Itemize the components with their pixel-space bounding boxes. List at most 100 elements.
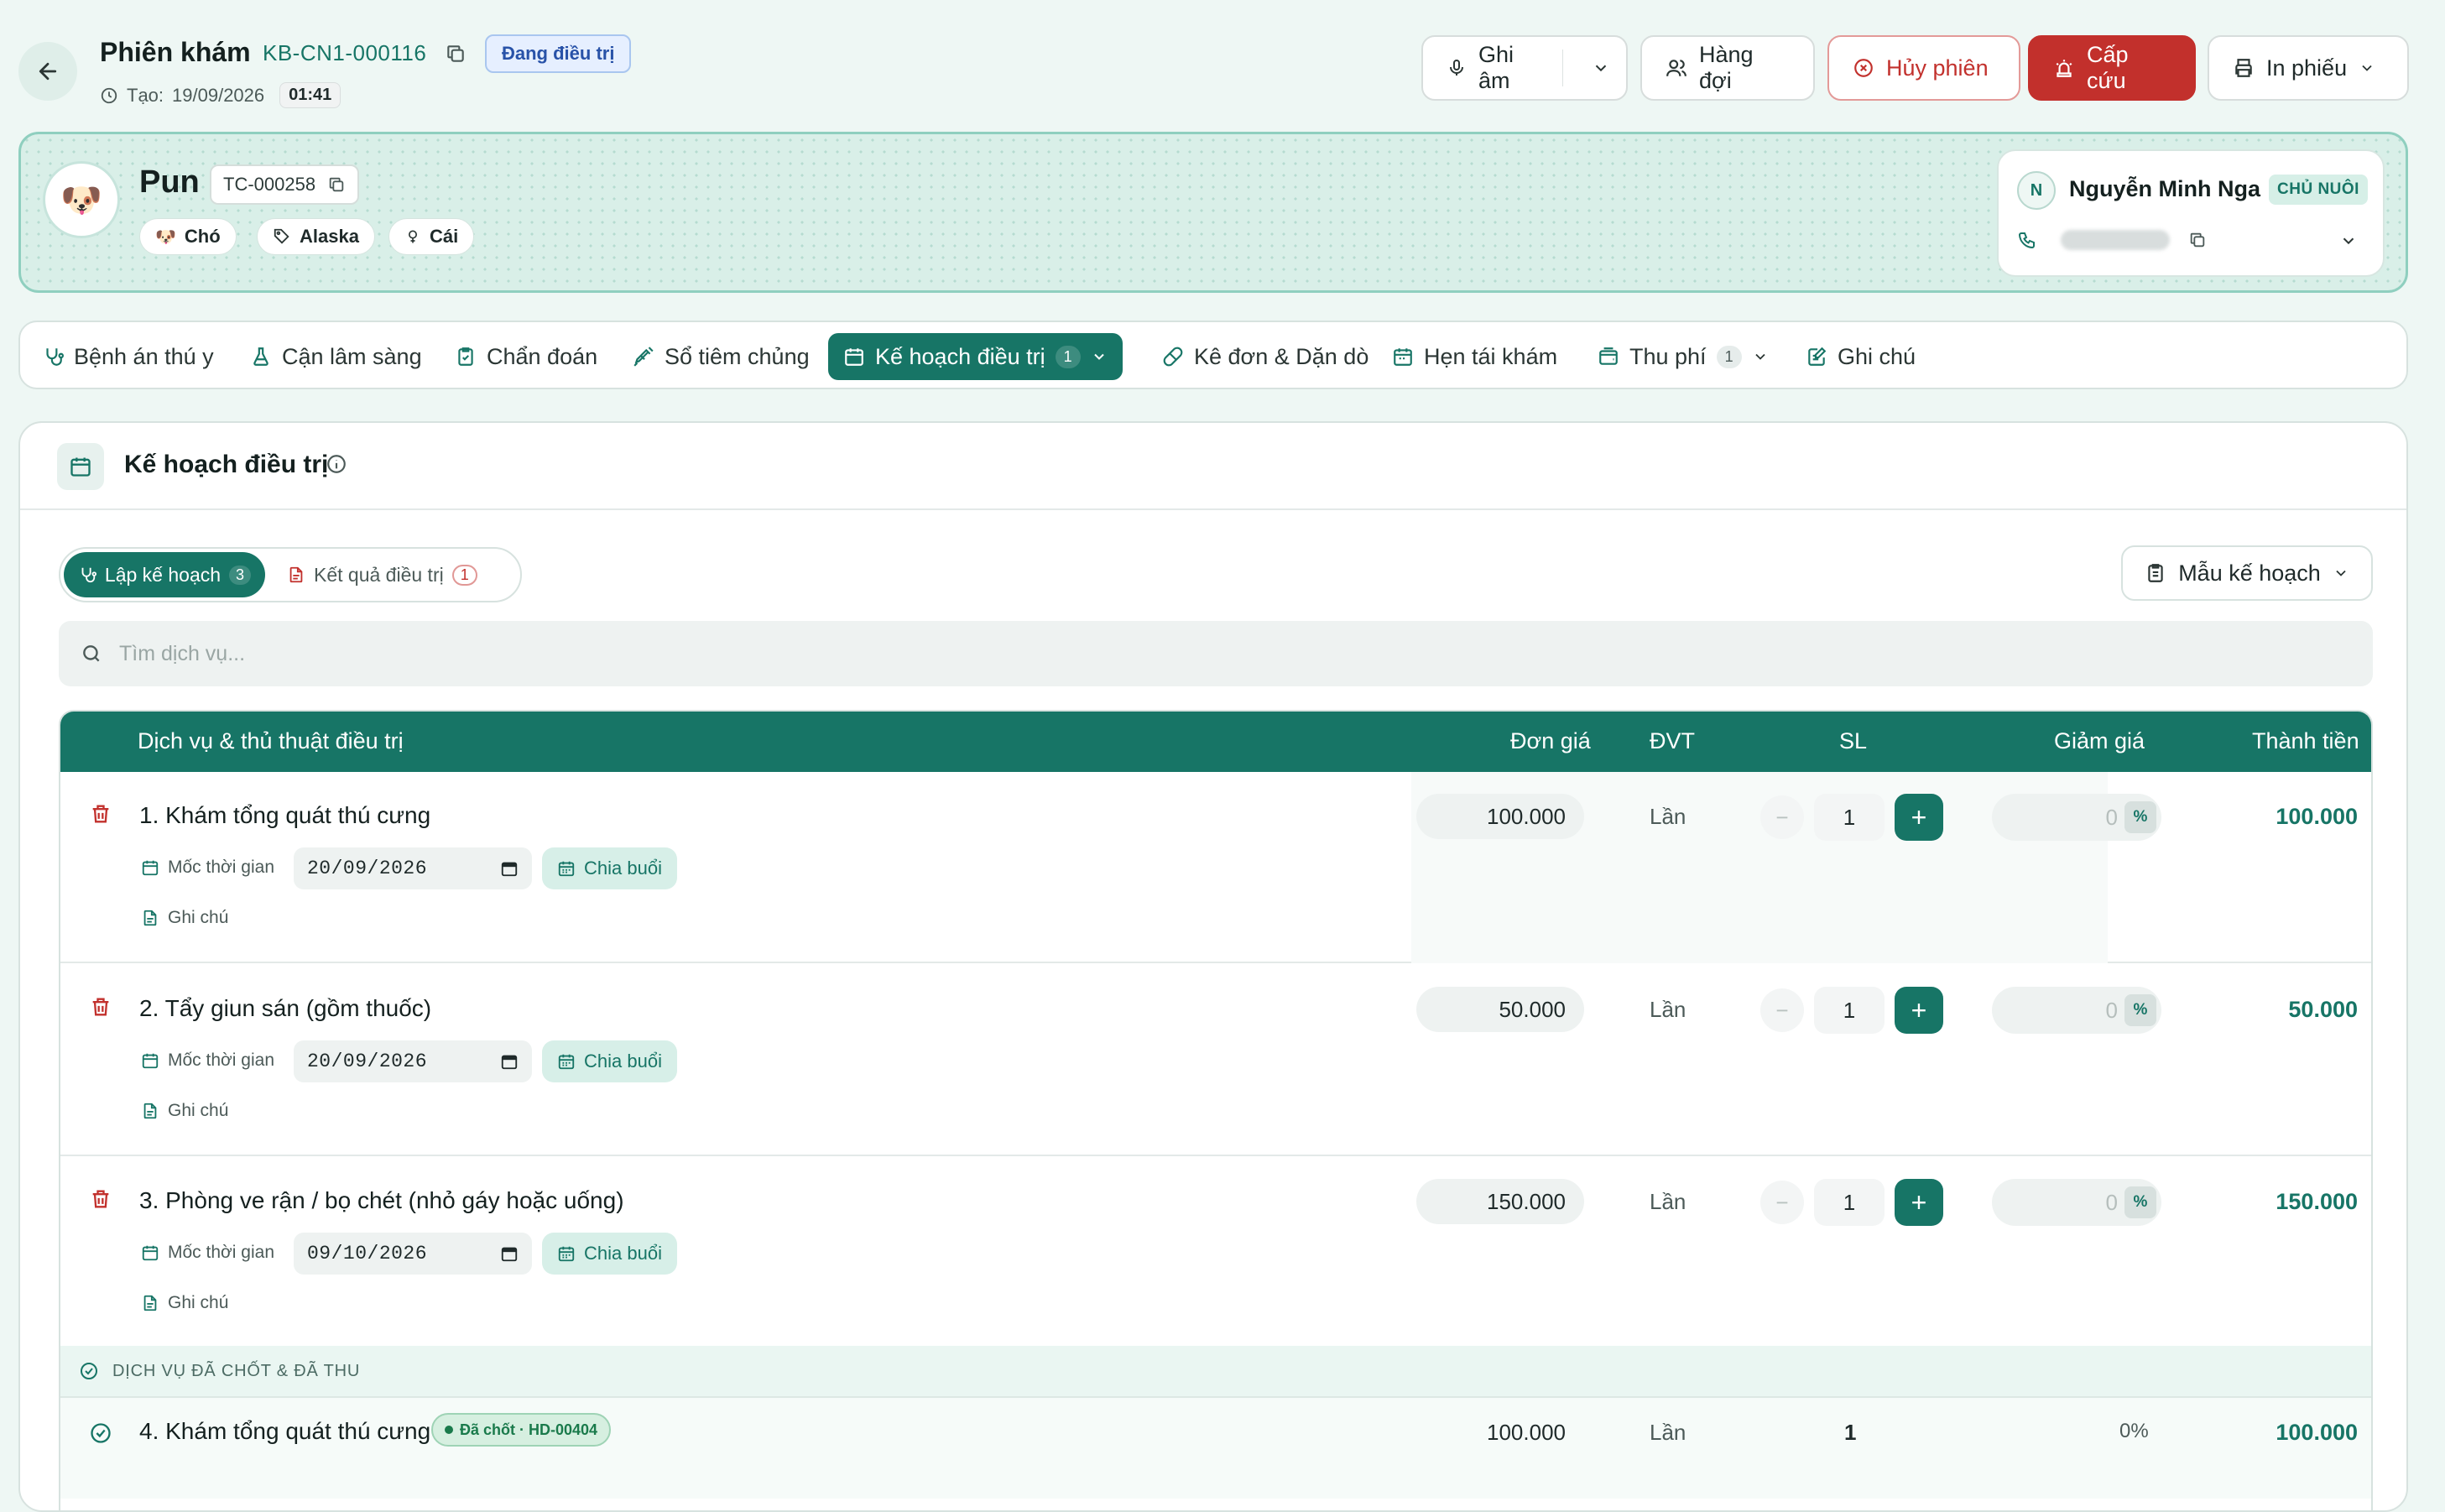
confirmed-badge: Đã chốt · HD-00404 [431, 1413, 612, 1447]
tab-paraclinical[interactable]: Cận lâm sàng [235, 333, 437, 380]
milestone-date-input[interactable]: 20/09/2026 [294, 847, 532, 889]
clock-icon [100, 86, 118, 105]
breed-label: Alaska [300, 226, 359, 247]
owner-role-badge: CHỦ NUÔI [2269, 175, 2368, 205]
discount-type-toggle[interactable]: % [2124, 1186, 2156, 1218]
segment-plan[interactable]: Lập kế hoạch 3 [64, 552, 265, 597]
tab-prescription[interactable]: Kê đơn & Dặn dò [1147, 333, 1384, 380]
owner-card[interactable]: N Nguyễn Minh Nga CHỦ NUÔI [1997, 149, 2385, 277]
chevron-down-icon[interactable] [2339, 232, 2358, 250]
tab-diagnosis[interactable]: Chẩn đoán [440, 333, 613, 380]
decrease-qty-button[interactable]: − [1760, 988, 1804, 1032]
stethoscope-icon [42, 346, 64, 368]
col-qty: SL [1839, 728, 1868, 753]
calendar-picker-icon [500, 1052, 519, 1071]
calendar-icon [141, 858, 159, 877]
discount-type-toggle[interactable]: % [2124, 994, 2156, 1026]
copy-icon[interactable] [327, 175, 346, 194]
breed-tag: Alaska [257, 218, 375, 255]
milestone-date-input[interactable]: 20/09/2026 [294, 1040, 532, 1082]
quantity-input[interactable]: 1 [1814, 794, 1885, 841]
species-label: Chó [184, 226, 221, 247]
unit-price-input[interactable]: 100.000 [1416, 794, 1584, 839]
info-icon[interactable] [326, 453, 347, 475]
increase-qty-button[interactable]: + [1895, 1179, 1943, 1226]
plan-segment-control: Lập kế hoạch 3 Kết quả điều trị 1 [59, 547, 522, 602]
discount-input[interactable]: 0 % [1992, 987, 2161, 1034]
discount-input[interactable]: 0 % [1992, 1179, 2161, 1226]
service-name: 2. Tẩy giun sán (gồm thuốc) [139, 995, 432, 1021]
session-code: KB-CN1-000116 [263, 40, 427, 65]
row-total: 100.000 [2276, 804, 2358, 829]
trash-icon[interactable] [89, 802, 112, 826]
increase-qty-button[interactable]: + [1895, 794, 1943, 841]
status-badge: Đang điều trị [485, 34, 632, 73]
emergency-button[interactable]: Cấp cứu [2028, 35, 2196, 101]
discount-type-toggle[interactable]: % [2124, 801, 2156, 833]
split-session-button[interactable]: Chia buổi [542, 847, 677, 889]
queue-button[interactable]: Hàng đợi [1640, 35, 1815, 101]
printer-icon [2233, 57, 2255, 79]
session-title: Phiên khám [100, 37, 251, 67]
tab-treatment-plan[interactable]: Kế hoạch điều trị 1 [828, 333, 1123, 380]
record-button[interactable]: Ghi âm [1421, 35, 1628, 101]
note-link[interactable]: Ghi chú [141, 1101, 228, 1121]
tab-vaccination[interactable]: Sổ tiêm chủng [618, 333, 825, 380]
unit-price-input[interactable]: 150.000 [1416, 1179, 1584, 1224]
calendar-icon [57, 443, 104, 490]
pet-name: Pun [139, 164, 200, 200]
chevron-down-icon [1091, 348, 1108, 365]
quantity: 1 [1844, 1420, 1857, 1445]
siren-icon [2053, 57, 2075, 79]
pet-code-text: TC-000258 [223, 174, 316, 195]
chevron-down-icon[interactable] [1575, 59, 1626, 77]
discount-input[interactable]: 0 % [1992, 794, 2161, 841]
milestone-label: Mốc thời gian [141, 1051, 274, 1071]
x-circle-icon [1853, 57, 1874, 79]
syringe-icon [633, 346, 654, 368]
chevron-down-icon [2359, 60, 2375, 76]
cancel-label: Hủy phiên [1886, 55, 1989, 81]
phone-icon [2017, 230, 2037, 250]
increase-qty-button[interactable]: + [1895, 987, 1943, 1034]
service-search [59, 621, 2373, 686]
decrease-qty-button[interactable]: − [1760, 1181, 1804, 1224]
services-table: Dịch vụ & thủ thuật điều trị Đơn giá ĐVT… [59, 710, 2373, 1510]
wallet-icon [1598, 346, 1619, 368]
trash-icon[interactable] [89, 995, 112, 1019]
split-session-button[interactable]: Chia buổi [542, 1233, 677, 1275]
segment-result[interactable]: Kết quả điều trị 1 [287, 552, 477, 597]
col-price: Đơn giá [1510, 728, 1591, 753]
col-service: Dịch vụ & thủ thuật điều trị [138, 728, 404, 753]
back-button[interactable] [18, 42, 77, 101]
unit-price-input[interactable]: 50.000 [1416, 987, 1584, 1032]
users-icon [1666, 57, 1687, 79]
tab-fees[interactable]: Thu phí 1 [1582, 333, 1784, 380]
gender-label: Cái [430, 226, 459, 247]
plan-template-button[interactable]: Mẫu kế hoạch [2121, 545, 2373, 601]
clipboard-icon [2145, 562, 2166, 584]
quantity-input[interactable]: 1 [1814, 987, 1885, 1034]
cancel-session-button[interactable]: Hủy phiên [1827, 35, 2020, 101]
document-icon [141, 909, 159, 927]
decrease-qty-button[interactable]: − [1760, 795, 1804, 839]
trash-icon[interactable] [89, 1187, 112, 1211]
quantity-input[interactable]: 1 [1814, 1179, 1885, 1226]
tab-notes[interactable]: Ghi chú [1791, 333, 1931, 380]
milestone-date-input[interactable]: 09/10/2026 [294, 1233, 532, 1275]
search-input[interactable] [119, 641, 2301, 666]
print-button[interactable]: In phiếu [2208, 35, 2409, 101]
tab-followup[interactable]: Hẹn tái khám [1377, 333, 1572, 380]
calendar-grid-icon [557, 1244, 576, 1263]
phone-hidden [2061, 230, 2170, 250]
row-total: 100.000 [2276, 1420, 2358, 1445]
service-name: 1. Khám tổng quát thú cưng [139, 802, 431, 828]
split-session-button[interactable]: Chia buổi [542, 1040, 677, 1082]
copy-icon[interactable] [445, 43, 467, 65]
tab-medical-record[interactable]: Bệnh án thú y [27, 333, 229, 380]
created-date: 19/09/2026 [172, 84, 265, 106]
note-link[interactable]: Ghi chú [141, 1293, 228, 1313]
note-link[interactable]: Ghi chú [141, 908, 228, 928]
created-label: Tạo: [127, 84, 164, 106]
copy-icon[interactable] [2188, 231, 2207, 249]
